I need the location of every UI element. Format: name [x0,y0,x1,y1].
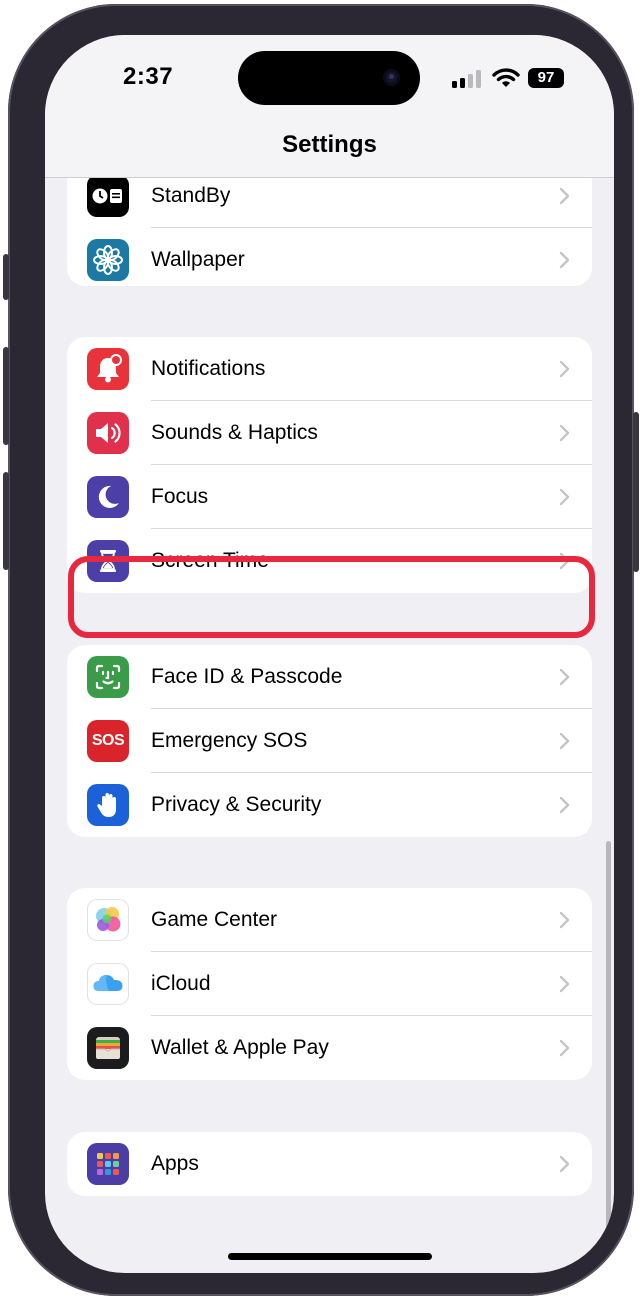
settings-row-privacy-security[interactable]: Privacy & Security [67,773,592,837]
home-indicator[interactable] [228,1253,432,1260]
row-label: Screen Time [151,549,269,572]
row-label: Notifications [151,357,266,380]
chevron-right-icon [559,911,570,929]
screen: 2:37 97 Settings StandBy Wallpaper Notif… [45,35,614,1273]
chevron-right-icon [559,1155,570,1173]
row-label: Face ID & Passcode [151,665,343,688]
settings-row-focus[interactable]: Focus [67,465,592,529]
navigation-bar: Settings [45,125,614,178]
screen-time-icon [87,540,129,582]
row-label: Emergency SOS [151,729,308,752]
settings-row-standby[interactable]: StandBy [67,178,592,228]
emergency-sos-icon: SOS [87,720,129,762]
wallpaper-icon [87,239,129,281]
settings-row-wallet[interactable]: Wallet & Apple Pay [67,1016,592,1080]
notifications-icon [87,348,129,390]
row-label: StandBy [151,184,231,207]
battery-indicator: 97 [528,68,564,88]
settings-row-game-center[interactable]: Game Center [67,888,592,952]
volume-up-button [3,347,9,445]
standby-icon [87,178,129,217]
settings-row-apps[interactable]: Apps [67,1132,592,1196]
scrollbar[interactable] [606,841,611,1273]
row-label: iCloud [151,972,211,995]
volume-down-button [3,472,9,570]
privacy-hand-icon [87,784,129,826]
settings-row-emergency-sos[interactable]: SOS Emergency SOS [67,709,592,773]
front-camera [383,69,400,86]
settings-row-wallpaper[interactable]: Wallpaper [67,228,592,286]
row-label: Wallet & Apple Pay [151,1036,329,1059]
chevron-right-icon [559,732,570,750]
row-label: Privacy & Security [151,793,322,816]
action-button [3,254,9,300]
settings-row-sounds-haptics[interactable]: Sounds & Haptics [67,401,592,465]
focus-icon [87,476,129,518]
sounds-icon [87,412,129,454]
wallet-icon [87,1027,129,1069]
chevron-right-icon [559,251,570,269]
face-id-icon [87,656,129,698]
chevron-right-icon [559,360,570,378]
row-label: Game Center [151,908,278,931]
chevron-right-icon [559,424,570,442]
settings-row-notifications[interactable]: Notifications [67,337,592,401]
settings-group-display: StandBy Wallpaper [67,178,592,286]
row-label: Apps [151,1152,199,1175]
phone-frame: 2:37 97 Settings StandBy Wallpaper Notif… [3,4,639,1296]
apps-grid-icon [87,1143,129,1185]
game-center-icon [87,899,129,941]
chevron-right-icon [559,1039,570,1057]
settings-row-icloud[interactable]: iCloud [67,952,592,1016]
row-label: Sounds & Haptics [151,421,318,444]
settings-group-notifications: Notifications Sounds & Haptics Focus Scr… [67,337,592,593]
dynamic-island [238,51,420,105]
power-button [633,412,639,572]
settings-group-services: Game Center iCloud Wallet & Apple Pay [67,888,592,1080]
row-label: Focus [151,485,209,508]
chevron-right-icon [559,668,570,686]
row-label: Wallpaper [151,248,245,271]
settings-group-apps: Apps [67,1132,592,1196]
chevron-right-icon [559,187,570,205]
settings-list: StandBy Wallpaper Notifications Sounds &… [45,178,614,1273]
icloud-icon [87,963,129,1005]
settings-row-face-id[interactable]: Face ID & Passcode [67,645,592,709]
page-title: Settings [282,131,377,158]
chevron-right-icon [559,488,570,506]
chevron-right-icon [559,552,570,570]
settings-group-security: Face ID & Passcode SOS Emergency SOS Pri… [67,645,592,837]
cellular-signal-icon [452,70,482,88]
chevron-right-icon [559,975,570,993]
status-time: 2:37 [123,63,174,90]
settings-row-screen-time[interactable]: Screen Time [67,529,592,593]
wifi-icon [492,68,520,87]
status-bar: 2:37 97 [45,35,614,125]
chevron-right-icon [559,796,570,814]
